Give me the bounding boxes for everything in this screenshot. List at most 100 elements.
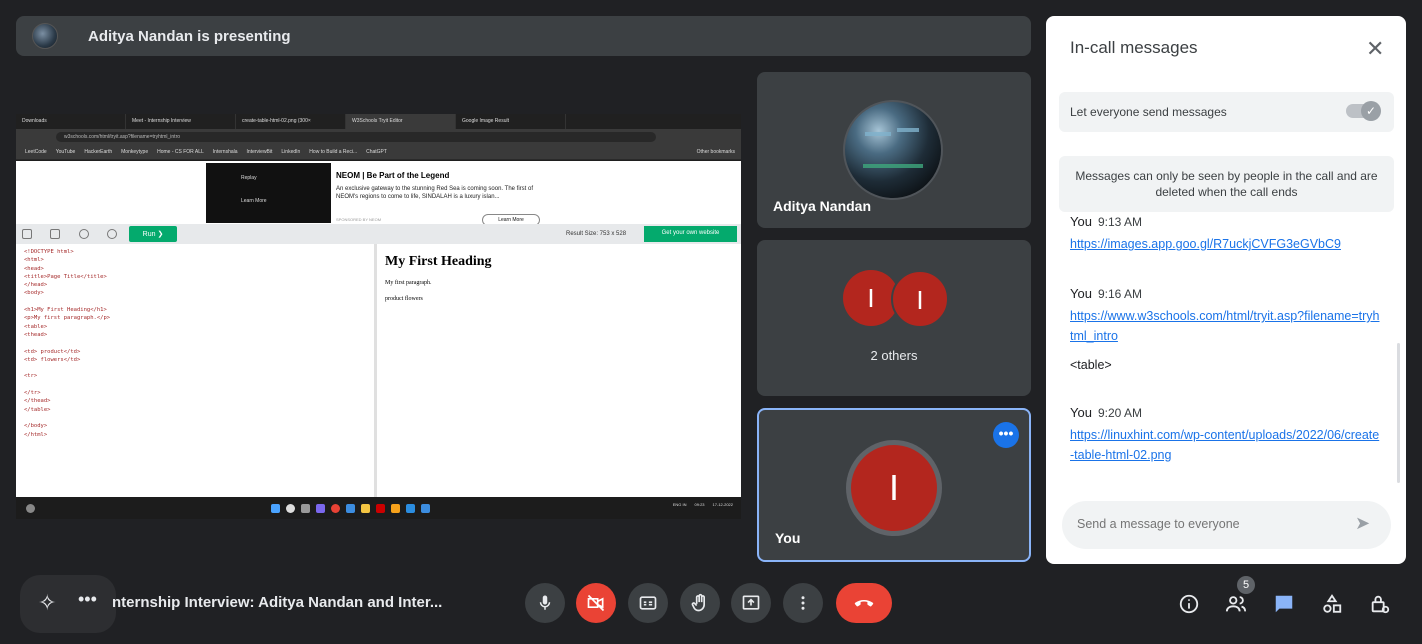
message-sender: You (1070, 405, 1092, 420)
bookmark: HackerEarth (84, 148, 113, 155)
ad-learn-label: Learn More (241, 198, 267, 204)
self-avatar: I (851, 445, 937, 531)
message-link[interactable]: https://linuxhint.com/wp-content/uploads… (1070, 425, 1380, 465)
captions-button[interactable] (628, 583, 668, 623)
companion-icon[interactable]: ✧ (38, 590, 56, 616)
more-options-button[interactable] (783, 583, 823, 623)
vscode-icon (406, 503, 415, 513)
ad-body: An exclusive gateway to the stunning Red… (336, 186, 533, 200)
hangup-icon (854, 600, 874, 607)
self-name: You (775, 530, 801, 546)
weather-icon (26, 503, 35, 513)
people-count-badge: 5 (1237, 576, 1255, 594)
mic-button[interactable] (525, 583, 565, 623)
chat-panel: In-call messages ✕ Let everyone send mes… (1046, 16, 1406, 564)
web-page: Replay Learn More NEOM | Be Part of the … (16, 161, 741, 497)
result-heading: My First Heading (385, 254, 492, 269)
ad-sponsor: SPONSORED BY NEOM (336, 217, 382, 222)
message-time: 9:20 AM (1097, 406, 1142, 420)
meeting-menu-pill[interactable]: ✧ ••• (20, 575, 116, 633)
tray-language: ENG IN (672, 502, 687, 507)
avatar-detail (897, 128, 919, 132)
people-button[interactable] (1222, 590, 1250, 618)
tile-more-options-button[interactable]: ••• (993, 422, 1019, 448)
browser-tab: create-table-html-02.png (300× (236, 114, 346, 129)
chat-button[interactable] (1270, 590, 1298, 618)
participant-tile-you[interactable]: I ••• You (757, 408, 1031, 562)
bookmark: YouTube (55, 148, 76, 155)
mic-icon (539, 595, 551, 610)
activities-button[interactable] (1318, 590, 1346, 618)
ad-replay-label: Replay (241, 175, 257, 181)
participant-avatar: I (891, 270, 949, 328)
message: You 9:16 AM https://www.w3schools.com/htm… (1070, 286, 1380, 372)
host-controls-button[interactable] (1366, 590, 1394, 618)
chat-scrollbar[interactable] (1397, 343, 1400, 483)
participant-avatar (843, 100, 943, 200)
close-icon[interactable]: ✕ (1366, 36, 1384, 62)
presenting-bar: Aditya Nandan is presenting (16, 16, 1031, 56)
run-button: Run ❯ (129, 226, 177, 242)
result-table-text: product flowers (385, 296, 423, 302)
message-composer: ➤ (1062, 501, 1391, 549)
participant-tile-others[interactable]: I I 2 others (757, 240, 1031, 396)
ad-banner: Replay Learn More NEOM | Be Part of the … (206, 163, 551, 226)
bookmark: ChatGPT (366, 148, 387, 155)
message-list: You 9:13 AM https://images.app.goo.gl/R7u… (1046, 216, 1406, 496)
browser-tab-strip: Downloads Meet - Internship Interview cr… (16, 114, 741, 129)
orientation-icon (79, 229, 89, 239)
teams-icon (316, 503, 325, 513)
meeting-details-button[interactable] (1175, 590, 1203, 618)
camera-button[interactable] (576, 583, 616, 623)
raise-hand-button[interactable] (680, 583, 720, 623)
people-icon (1225, 596, 1247, 612)
message-header: You 9:20 AM (1070, 405, 1380, 420)
captions-icon (639, 596, 657, 610)
app-icon (376, 503, 385, 513)
browser-tab: Google Image Result (456, 114, 566, 129)
result-paragraph: My first paragraph. (385, 280, 432, 286)
more-dots-icon[interactable]: ••• (78, 589, 97, 610)
avatar-detail (865, 132, 891, 136)
presenter-avatar (32, 23, 58, 49)
leave-call-button[interactable] (836, 583, 892, 623)
chat-icon (1275, 595, 1293, 613)
ad-image: Replay Learn More (206, 163, 331, 223)
file-explorer-icon (361, 503, 370, 513)
others-label: 2 others (870, 348, 918, 363)
presenting-text: Aditya Nandan is presenting (88, 27, 291, 45)
search-icon (286, 503, 295, 513)
check-icon[interactable]: ✓ (1361, 101, 1381, 121)
chrome-icon (331, 503, 340, 513)
send-icon[interactable]: ➤ (1355, 513, 1370, 534)
bookmark: InterviewBit (246, 148, 273, 155)
bookmarks-bar: LeetCode YouTube HackerEarth Monkeytype … (16, 144, 741, 160)
message-input[interactable] (1077, 517, 1337, 531)
participant-tile-aditya[interactable]: Aditya Nandan (757, 72, 1031, 228)
send-permission-row: Let everyone send messages ✓ (1059, 92, 1394, 132)
message-sender: You (1070, 286, 1092, 301)
message-link[interactable]: https://images.app.goo.gl/R7uckjCVFG3eGV… (1070, 234, 1380, 254)
present-button[interactable] (731, 583, 771, 623)
message-header: You 9:13 AM (1070, 216, 1380, 229)
windows-taskbar: ENG IN 09:23 17-12-2022 (16, 497, 741, 519)
editor-toolbar: Run ❯ Result Size: 753 x 528 Get your ow… (16, 224, 741, 244)
chat-notice: Messages can only be seen by people in t… (1059, 156, 1394, 212)
start-icon (271, 503, 280, 513)
participant-name: Aditya Nandan (773, 198, 872, 214)
browser-url: w3schools.com/html/tryit.asp?filename=tr… (56, 131, 656, 142)
toggle-label: Let everyone send messages (1070, 105, 1227, 119)
message-time: 9:16 AM (1097, 287, 1142, 301)
message: You 9:20 AM https://linuxhint.com/wp-cont… (1070, 405, 1380, 465)
avatar-detail (863, 164, 923, 168)
shared-screen[interactable]: Downloads Meet - Internship Interview cr… (16, 114, 741, 519)
chat-title: In-call messages (1070, 38, 1198, 57)
browser-tab: W3Schools Tryit Editor (346, 114, 456, 129)
message: You 9:13 AM https://images.app.goo.gl/R7u… (1070, 216, 1380, 254)
task-view-icon (301, 503, 310, 513)
message-sender: You (1070, 216, 1092, 229)
bookmark: Monkeytype (121, 148, 149, 155)
code-editor: <!DOCTYPE html> <html> <head> <title>Pag… (16, 244, 377, 497)
message-link[interactable]: https://www.w3schools.com/html/tryit.asp… (1070, 306, 1380, 346)
activities-icon (1323, 594, 1342, 613)
